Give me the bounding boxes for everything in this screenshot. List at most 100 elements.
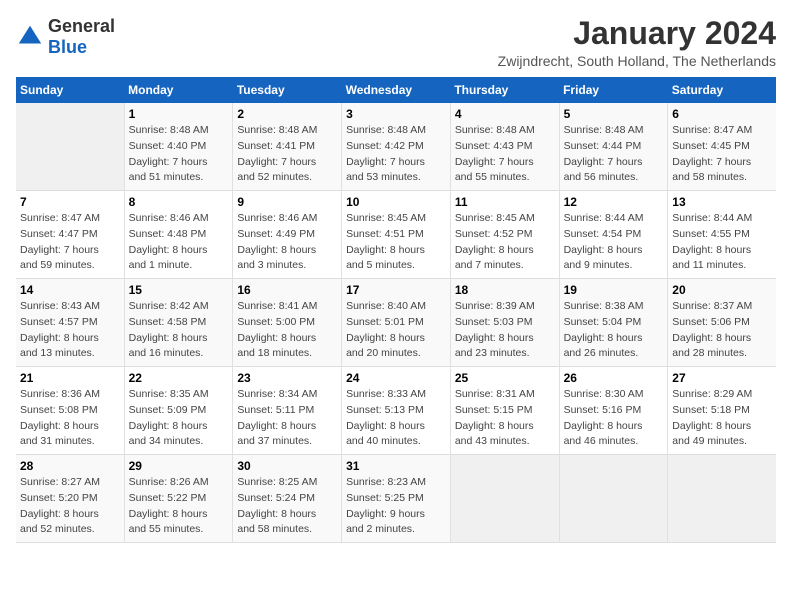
- day-number: 8: [129, 195, 229, 209]
- calendar-cell: 7 Sunrise: 8:47 AMSunset: 4:47 PMDaylight…: [16, 191, 124, 279]
- week-row-4: 21 Sunrise: 8:36 AMSunset: 5:08 PMDayligh…: [16, 367, 776, 455]
- logo-text-general: General: [48, 16, 115, 36]
- day-number: 24: [346, 371, 446, 385]
- day-number: 2: [237, 107, 337, 121]
- day-info: Sunrise: 8:29 AMSunset: 5:18 PMDaylight:…: [672, 387, 772, 450]
- header-monday: Monday: [124, 77, 233, 103]
- day-info: Sunrise: 8:37 AMSunset: 5:06 PMDaylight:…: [672, 299, 772, 362]
- day-info: Sunrise: 8:47 AMSunset: 4:45 PMDaylight:…: [672, 123, 772, 186]
- title-area: January 2024 Zwijndrecht, South Holland,…: [498, 16, 776, 69]
- calendar-cell: 25 Sunrise: 8:31 AMSunset: 5:15 PMDayligh…: [450, 367, 559, 455]
- day-info: Sunrise: 8:27 AMSunset: 5:20 PMDaylight:…: [20, 475, 120, 538]
- calendar-cell: 5 Sunrise: 8:48 AMSunset: 4:44 PMDaylight…: [559, 103, 668, 191]
- day-number: 27: [672, 371, 772, 385]
- calendar-cell: 15 Sunrise: 8:42 AMSunset: 4:58 PMDayligh…: [124, 279, 233, 367]
- logo-icon: [16, 23, 44, 51]
- day-number: 4: [455, 107, 555, 121]
- day-info: Sunrise: 8:48 AMSunset: 4:42 PMDaylight:…: [346, 123, 446, 186]
- day-info: Sunrise: 8:47 AMSunset: 4:47 PMDaylight:…: [20, 211, 120, 274]
- day-number: 5: [564, 107, 664, 121]
- calendar-cell: 3Sunrise: 8:48 AMSunset: 4:42 PMDaylight…: [342, 103, 451, 191]
- day-number: 10: [346, 195, 446, 209]
- week-row-3: 14 Sunrise: 8:43 AMSunset: 4:57 PMDayligh…: [16, 279, 776, 367]
- day-number: 28: [20, 459, 120, 473]
- calendar-table: Sunday Monday Tuesday Wednesday Thursday…: [16, 77, 776, 543]
- calendar-cell: 30 Sunrise: 8:25 AMSunset: 5:24 PMDayligh…: [233, 455, 342, 543]
- day-number: 26: [564, 371, 664, 385]
- calendar-cell: 20 Sunrise: 8:37 AMSunset: 5:06 PMDayligh…: [668, 279, 776, 367]
- day-info: Sunrise: 8:45 AMSunset: 4:51 PMDaylight:…: [346, 211, 446, 274]
- day-number: 6: [672, 107, 772, 121]
- calendar-cell: 16 Sunrise: 8:41 AMSunset: 5:00 PMDayligh…: [233, 279, 342, 367]
- day-info: Sunrise: 8:44 AMSunset: 4:55 PMDaylight:…: [672, 211, 772, 274]
- day-info: Sunrise: 8:42 AMSunset: 4:58 PMDaylight:…: [129, 299, 229, 362]
- day-info: Sunrise: 8:39 AMSunset: 5:03 PMDaylight:…: [455, 299, 555, 362]
- calendar-cell: 29 Sunrise: 8:26 AMSunset: 5:22 PMDayligh…: [124, 455, 233, 543]
- day-number: 20: [672, 283, 772, 297]
- calendar-cell: 21 Sunrise: 8:36 AMSunset: 5:08 PMDayligh…: [16, 367, 124, 455]
- day-number: 18: [455, 283, 555, 297]
- main-title: January 2024: [498, 16, 776, 51]
- day-info: Sunrise: 8:25 AMSunset: 5:24 PMDaylight:…: [237, 475, 337, 538]
- day-info: Sunrise: 8:31 AMSunset: 5:15 PMDaylight:…: [455, 387, 555, 450]
- calendar-cell: [559, 455, 668, 543]
- calendar-cell: 23Sunrise: 8:34 AMSunset: 5:11 PMDayligh…: [233, 367, 342, 455]
- logo-text-blue: Blue: [48, 37, 87, 57]
- calendar-cell: 4Sunrise: 8:48 AMSunset: 4:43 PMDaylight…: [450, 103, 559, 191]
- day-info: Sunrise: 8:41 AMSunset: 5:00 PMDaylight:…: [237, 299, 337, 362]
- day-number: 16: [237, 283, 337, 297]
- day-info: Sunrise: 8:35 AMSunset: 5:09 PMDaylight:…: [129, 387, 229, 450]
- day-number: 23: [237, 371, 337, 385]
- header-wednesday: Wednesday: [342, 77, 451, 103]
- day-number: 29: [129, 459, 229, 473]
- day-info: Sunrise: 8:43 AMSunset: 4:57 PMDaylight:…: [20, 299, 120, 362]
- day-number: 15: [129, 283, 229, 297]
- day-info: Sunrise: 8:48 AMSunset: 4:40 PMDaylight:…: [129, 123, 229, 186]
- day-info: Sunrise: 8:36 AMSunset: 5:08 PMDaylight:…: [20, 387, 120, 450]
- day-number: 1: [129, 107, 229, 121]
- day-number: 13: [672, 195, 772, 209]
- calendar-cell: 27 Sunrise: 8:29 AMSunset: 5:18 PMDayligh…: [668, 367, 776, 455]
- calendar-cell: 11Sunrise: 8:45 AMSunset: 4:52 PMDayligh…: [450, 191, 559, 279]
- day-number: 31: [346, 459, 446, 473]
- week-row-2: 7 Sunrise: 8:47 AMSunset: 4:47 PMDaylight…: [16, 191, 776, 279]
- day-info: Sunrise: 8:26 AMSunset: 5:22 PMDaylight:…: [129, 475, 229, 538]
- calendar-cell: 8 Sunrise: 8:46 AMSunset: 4:48 PMDaylight…: [124, 191, 233, 279]
- calendar-cell: 6 Sunrise: 8:47 AMSunset: 4:45 PMDaylight…: [668, 103, 776, 191]
- calendar-cell: 19 Sunrise: 8:38 AMSunset: 5:04 PMDayligh…: [559, 279, 668, 367]
- header-tuesday: Tuesday: [233, 77, 342, 103]
- calendar-cell: 10 Sunrise: 8:45 AMSunset: 4:51 PMDayligh…: [342, 191, 451, 279]
- calendar-cell: 22Sunrise: 8:35 AMSunset: 5:09 PMDayligh…: [124, 367, 233, 455]
- subtitle: Zwijndrecht, South Holland, The Netherla…: [498, 53, 776, 69]
- header-sunday: Sunday: [16, 77, 124, 103]
- day-info: Sunrise: 8:30 AMSunset: 5:16 PMDaylight:…: [564, 387, 664, 450]
- day-number: 19: [564, 283, 664, 297]
- logo: General Blue: [16, 16, 115, 58]
- calendar-cell: 24 Sunrise: 8:33 AMSunset: 5:13 PMDayligh…: [342, 367, 451, 455]
- calendar-cell: 31Sunrise: 8:23 AMSunset: 5:25 PMDayligh…: [342, 455, 451, 543]
- week-row-1: 1 Sunrise: 8:48 AMSunset: 4:40 PMDaylight…: [16, 103, 776, 191]
- header-friday: Friday: [559, 77, 668, 103]
- calendar-cell: 26 Sunrise: 8:30 AMSunset: 5:16 PMDayligh…: [559, 367, 668, 455]
- calendar-cell: 12Sunrise: 8:44 AMSunset: 4:54 PMDayligh…: [559, 191, 668, 279]
- day-info: Sunrise: 8:33 AMSunset: 5:13 PMDaylight:…: [346, 387, 446, 450]
- calendar-cell: [450, 455, 559, 543]
- day-info: Sunrise: 8:38 AMSunset: 5:04 PMDaylight:…: [564, 299, 664, 362]
- calendar-cell: 2Sunrise: 8:48 AMSunset: 4:41 PMDaylight…: [233, 103, 342, 191]
- day-number: 25: [455, 371, 555, 385]
- day-info: Sunrise: 8:44 AMSunset: 4:54 PMDaylight:…: [564, 211, 664, 274]
- day-number: 14: [20, 283, 120, 297]
- day-info: Sunrise: 8:48 AMSunset: 4:44 PMDaylight:…: [564, 123, 664, 186]
- header-thursday: Thursday: [450, 77, 559, 103]
- calendar-cell: 1 Sunrise: 8:48 AMSunset: 4:40 PMDaylight…: [124, 103, 233, 191]
- day-info: Sunrise: 8:40 AMSunset: 5:01 PMDaylight:…: [346, 299, 446, 362]
- day-number: 30: [237, 459, 337, 473]
- calendar-cell: 13 Sunrise: 8:44 AMSunset: 4:55 PMDayligh…: [668, 191, 776, 279]
- header: General Blue January 2024 Zwijndrecht, S…: [16, 16, 776, 69]
- day-number: 7: [20, 195, 120, 209]
- calendar-body: 1 Sunrise: 8:48 AMSunset: 4:40 PMDaylight…: [16, 103, 776, 543]
- calendar-cell: 17Sunrise: 8:40 AMSunset: 5:01 PMDayligh…: [342, 279, 451, 367]
- calendar-cell: 14 Sunrise: 8:43 AMSunset: 4:57 PMDayligh…: [16, 279, 124, 367]
- day-info: Sunrise: 8:46 AMSunset: 4:48 PMDaylight:…: [129, 211, 229, 274]
- day-number: 21: [20, 371, 120, 385]
